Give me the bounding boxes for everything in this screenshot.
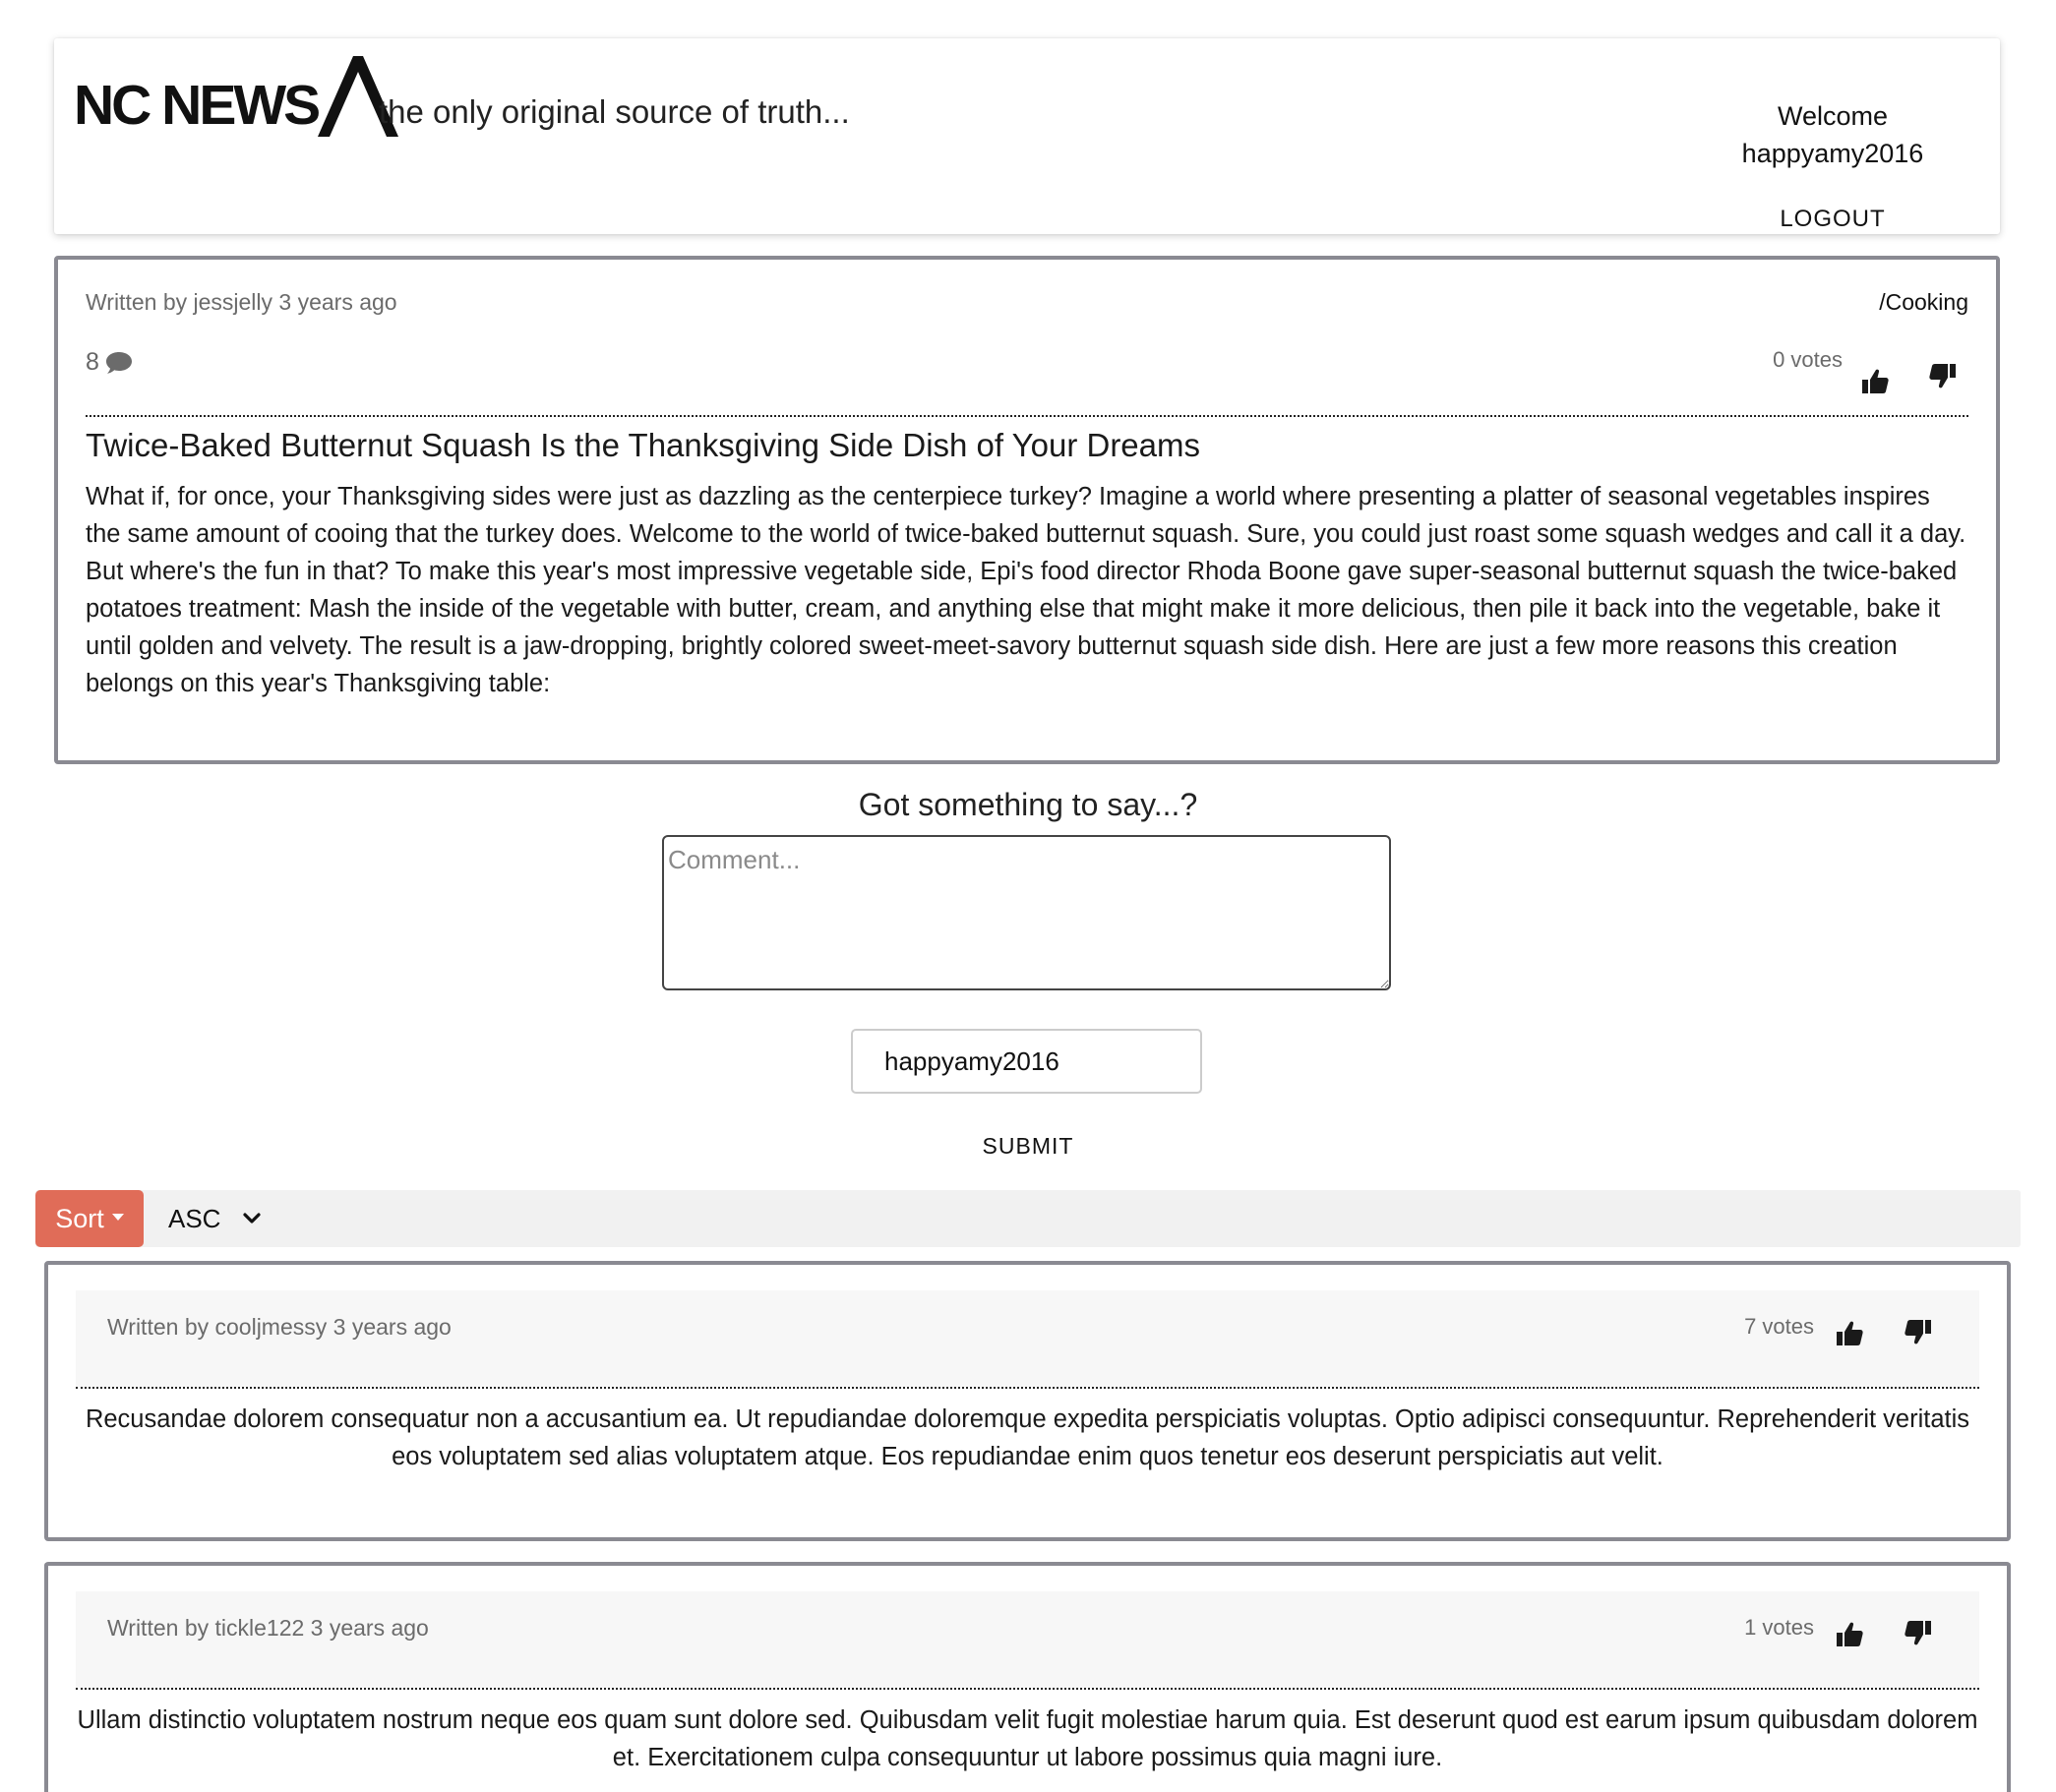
comment-header: Written by cooljmessy 3 years ago 7 vote… xyxy=(76,1290,1979,1387)
article-title: Twice-Baked Butternut Squash Is the Than… xyxy=(86,427,1201,463)
site-logo[interactable]: NC NEWS xyxy=(74,56,399,139)
thumbs-up-icon xyxy=(1862,369,1889,393)
comment-body: Ullam distinctio voluptatem nostrum nequ… xyxy=(77,1706,1978,1771)
comment-card: Written by tickle122 3 years ago 1 votes… xyxy=(44,1562,2011,1792)
comment-form-heading: Got something to say...? xyxy=(858,787,1198,822)
comment-downvote-button[interactable] xyxy=(1899,1312,1938,1351)
submit-comment-button[interactable]: SUBMIT xyxy=(0,1133,2056,1160)
thumbs-up-icon xyxy=(1837,1622,1863,1646)
site-header: NC NEWS the only original source of trut… xyxy=(54,38,2000,234)
chevron-down-icon xyxy=(243,1213,262,1224)
comment-divider xyxy=(76,1387,1979,1389)
caret-down-icon xyxy=(111,1213,124,1221)
sort-dropdown-button[interactable]: Sort xyxy=(35,1190,144,1247)
comment-header: Written by tickle122 3 years ago 1 votes xyxy=(76,1591,1979,1688)
logo-text: NC NEWS xyxy=(74,74,321,137)
comment-author-meta: Written by tickle122 3 years ago xyxy=(107,1615,429,1641)
speech-bubble-icon xyxy=(105,351,132,374)
sort-order-select[interactable]: ASC xyxy=(168,1190,262,1247)
welcome-label: Welcome xyxy=(1777,101,1889,131)
user-panel: Welcome happyamy2016 LOGOUT xyxy=(1724,97,1941,233)
site-tagline: the only original source of truth... xyxy=(379,93,850,130)
comment-username-field[interactable] xyxy=(851,1029,1202,1094)
article-topic-link[interactable]: /Cooking xyxy=(1879,289,1968,316)
sort-bar: Sort ASC xyxy=(35,1190,2021,1247)
thumbs-down-icon xyxy=(1929,364,1956,388)
sort-button-label: Sort xyxy=(55,1203,104,1233)
article-card: Written by jessjelly 3 years ago /Cookin… xyxy=(54,256,2000,764)
upvote-button[interactable] xyxy=(1855,362,1895,401)
comment-divider xyxy=(76,1688,1979,1690)
comment-vote-count: 7 votes xyxy=(1744,1314,1814,1339)
comment-body: Recusandae dolorem consequatur non a acc… xyxy=(85,1405,1970,1470)
article-divider xyxy=(86,415,1968,417)
article-vote-count: 0 votes xyxy=(1773,347,1843,372)
current-username: happyamy2016 xyxy=(1741,139,1924,168)
article-author-meta: Written by jessjelly 3 years ago xyxy=(86,289,397,315)
thumbs-down-icon xyxy=(1905,1320,1931,1344)
article-comment-count: 8 xyxy=(86,348,133,377)
sort-order-value: ASC xyxy=(168,1203,221,1233)
article-body: What if, for once, your Thanksgiving sid… xyxy=(86,483,1966,697)
logout-button[interactable]: LOGOUT xyxy=(1780,206,1885,233)
downvote-button[interactable] xyxy=(1923,356,1963,395)
comment-downvote-button[interactable] xyxy=(1899,1613,1938,1652)
comment-count-value: 8 xyxy=(86,348,99,376)
comment-author-meta: Written by cooljmessy 3 years ago xyxy=(107,1314,452,1340)
comment-upvote-button[interactable] xyxy=(1830,1615,1869,1654)
thumbs-down-icon xyxy=(1905,1621,1931,1645)
comment-textarea[interactable] xyxy=(662,835,1391,990)
comment-card: Written by cooljmessy 3 years ago 7 vote… xyxy=(44,1261,2011,1541)
comment-upvote-button[interactable] xyxy=(1830,1314,1869,1353)
comment-vote-count: 1 votes xyxy=(1744,1615,1814,1640)
thumbs-up-icon xyxy=(1837,1321,1863,1345)
